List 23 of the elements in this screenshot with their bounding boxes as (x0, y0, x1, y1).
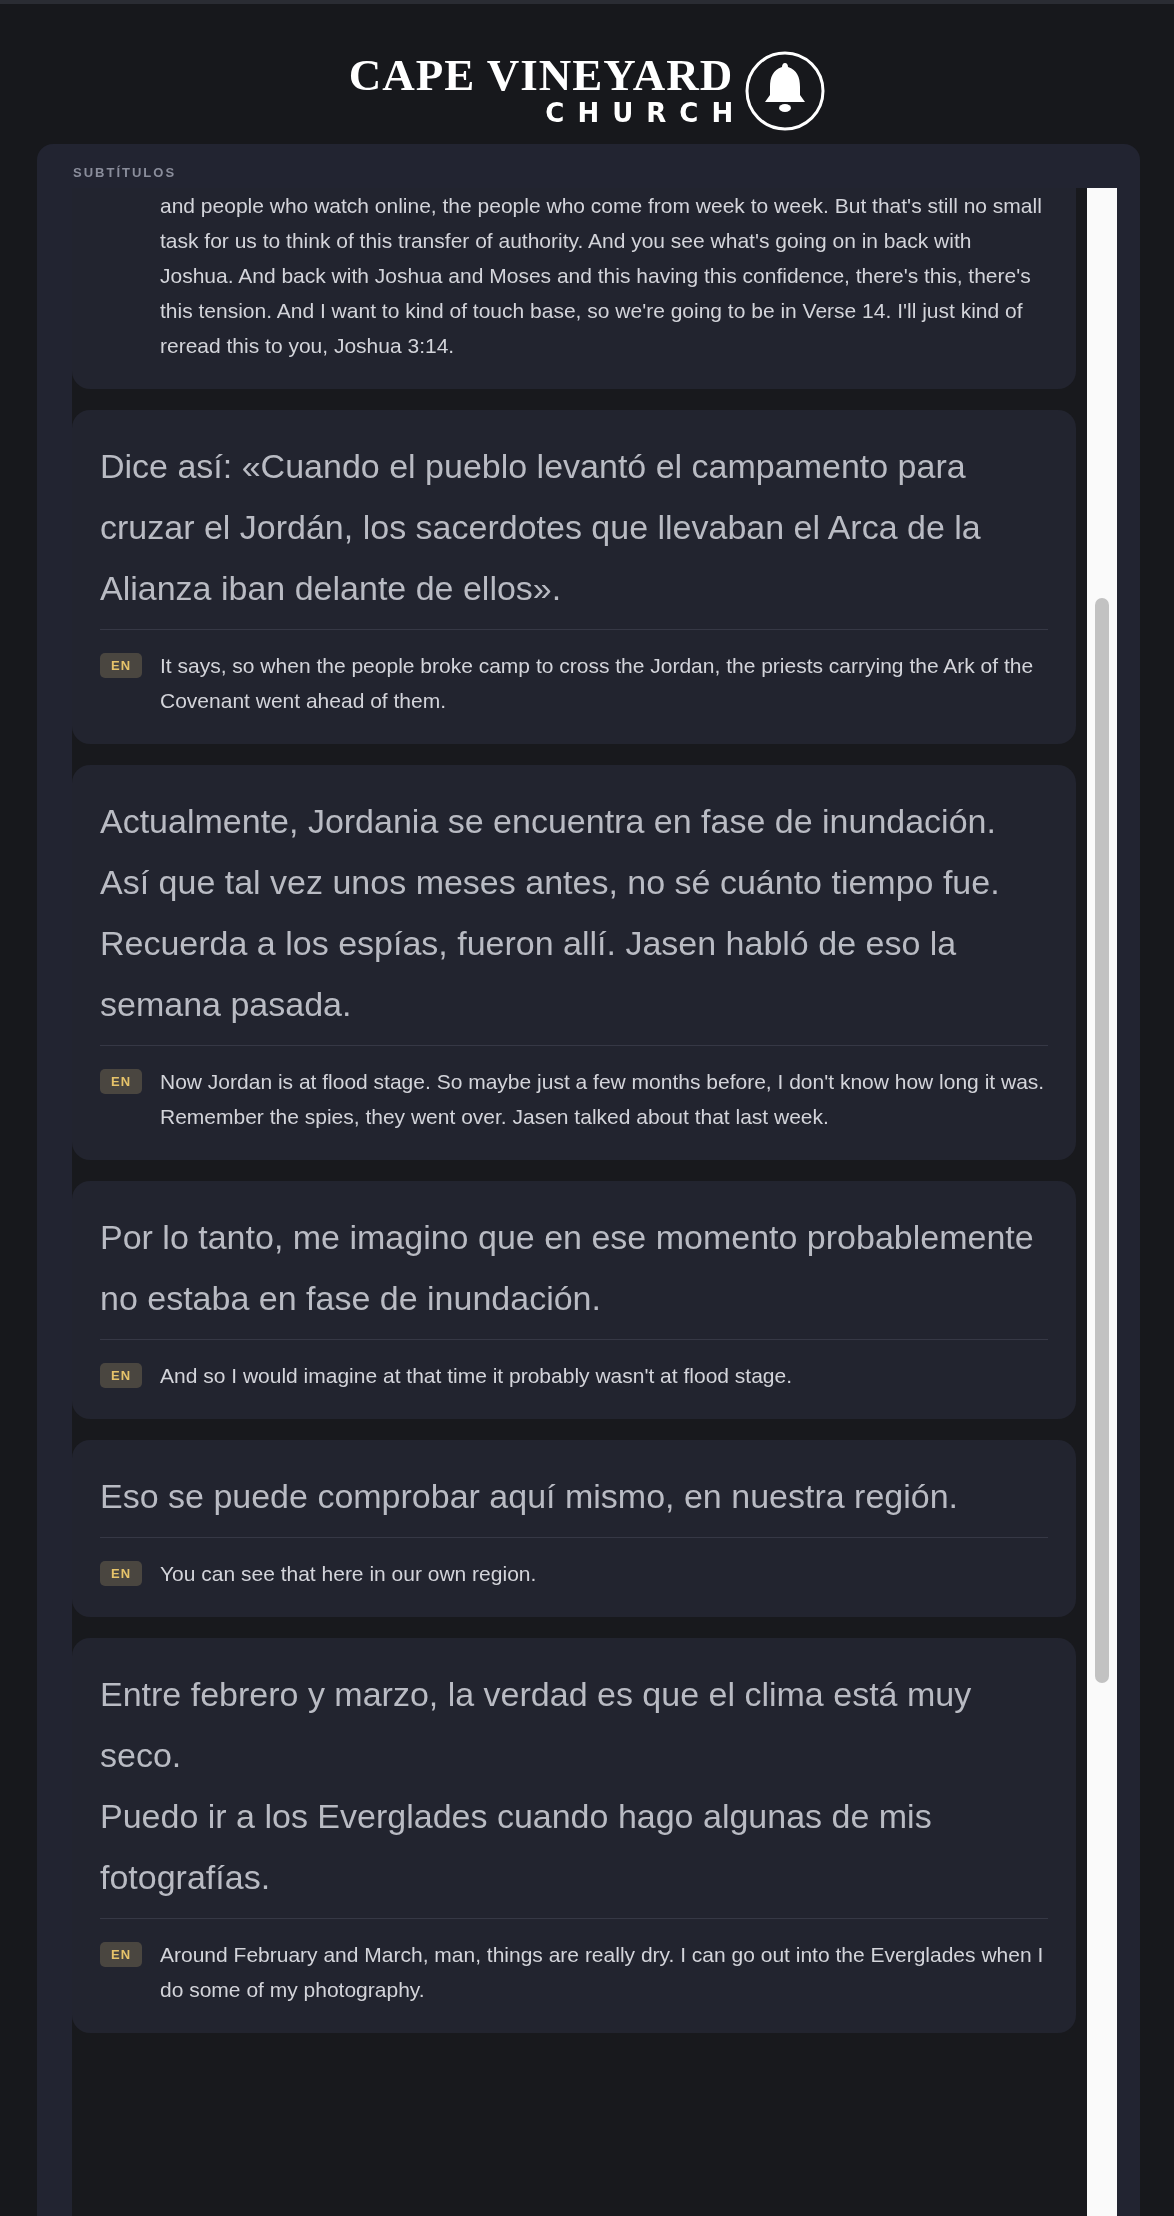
original-text: Así que tal vez unos meses antes, no sé cuánto tiempo fue. Recuerda a los espías, fueron allí. Jasen habló de eso la semana pasada. (100, 862, 1001, 1025)
language-badge: EN (100, 653, 142, 678)
scrollbar[interactable] (1087, 188, 1117, 2216)
logo-subtitle: CHURCH (545, 97, 747, 129)
language-badge: EN (100, 1363, 142, 1388)
translation-text: and people who watch online, the people who come from week to week. But that's still no small task for us to think of this transfer of authority. And you see what's going on in back with Joshua. And back with Joshua and Moses and this having this confidence, there's this, there's this tension. And I want to kind of touch base, so we're going to be in Verse 14. I'll just kind of reread this to you, Joshua 3:14. (159, 193, 1043, 359)
original-text: Entre febrero y marzo, la verdad es que el clima está muy seco. (100, 1674, 973, 1776)
original-text: Eso se puede comprobar aquí mismo, en nuestra región. (100, 1476, 960, 1517)
panel-label: SUBTÍTULOS (72, 164, 178, 182)
translation-text: You can see that here in our own region. (160, 1561, 537, 1587)
translation-text: It says, so when the people broke camp to cross the Jordan, the priests carrying the Ark of the Covenant went ahead of them. (160, 653, 1035, 714)
translation-text: Around February and March, man, things are really dry. I can go out into the Everglades when I do some of my photography. (160, 1942, 1045, 2003)
original-text: Por lo tanto, me imagino que en ese momento probablemente no estaba en fase de inundación. (100, 1217, 1035, 1319)
language-badge: EN (100, 1069, 142, 1094)
original-text: Dice así: «Cuando el pueblo levantó el campamento para cruzar el Jordán, los sacerdotes que llevaban el Arca de la Alianza iban delante de ellos». (100, 446, 982, 609)
language-badge: EN (100, 1942, 142, 1967)
translation-text: Now Jordan is at flood stage. So maybe just a few months before, I don't know how long it was. Remember the spies, they went over. Jasen talked about that last week. (160, 1069, 1046, 1130)
language-badge: EN (100, 1561, 142, 1586)
original-text: Puedo ir a los Everglades cuando hago algunas de mis fotografías. (100, 1796, 933, 1898)
translation-text: And so I would imagine at that time it probably wasn't at flood stage. (160, 1363, 793, 1389)
bell-icon (745, 51, 826, 131)
original-text: Actualmente, Jordania se encuentra en fase de inundación. (100, 801, 997, 842)
logo-title: CAPE VINEYARD (348, 53, 734, 97)
